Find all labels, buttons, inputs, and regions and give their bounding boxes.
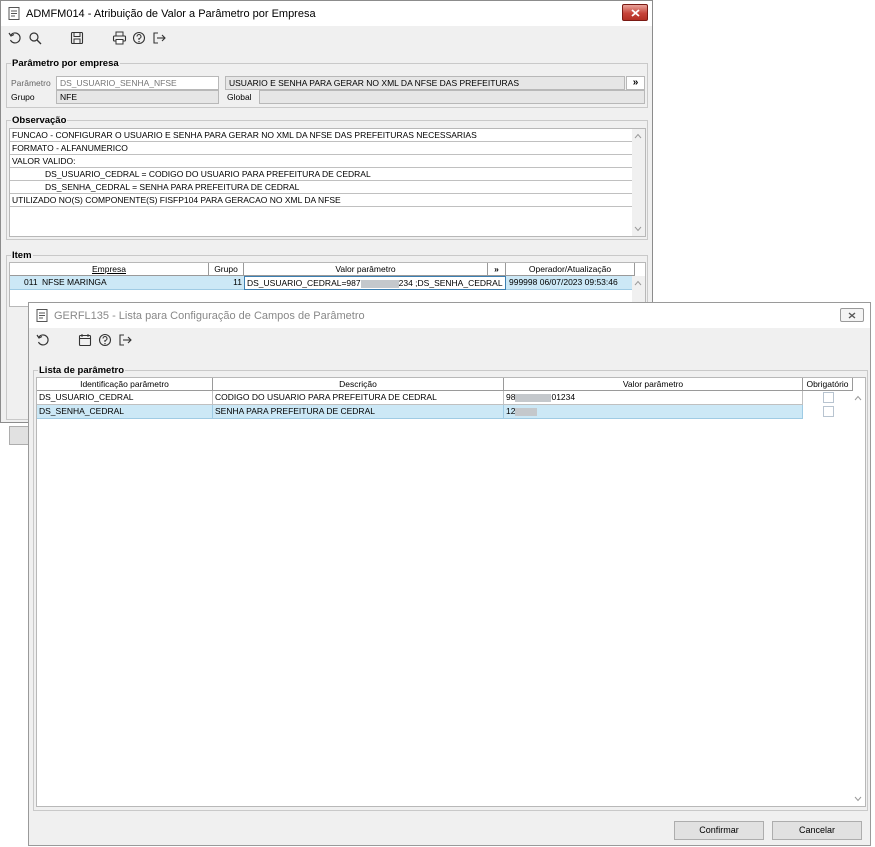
main-titlebar: ADMFM014 - Atribuição de Valor a Parâmet… xyxy=(1,1,652,26)
dialog-titlebar: GERFL135 - Lista para Configuração de Ca… xyxy=(29,303,870,328)
column-header-descricao[interactable]: Descrição xyxy=(213,378,504,391)
operador-cell: 999998 06/07/2023 09:53:46 xyxy=(509,277,618,287)
chevron-down-icon[interactable] xyxy=(634,225,642,233)
table-row[interactable]: 011 NFSE MARINGA 11 DS_USUARIO_CEDRAL=98… xyxy=(10,276,634,290)
column-header-obrigatorio[interactable]: Obrigatório xyxy=(803,378,853,391)
main-window-title: ADMFM014 - Atribuição de Valor a Parâmet… xyxy=(26,7,316,20)
redacted-value xyxy=(360,279,399,288)
column-header-identificacao[interactable]: Identificação parâmetro xyxy=(37,378,213,391)
print-icon[interactable] xyxy=(111,30,127,46)
table-row[interactable]: DS_USUARIO_CEDRAL CODIGO DO USUARIO PARA… xyxy=(37,391,803,405)
column-header-valor[interactable]: Valor parâmetro xyxy=(504,378,803,391)
item-group-legend: Item xyxy=(12,250,32,261)
confirm-button[interactable]: Confirmar xyxy=(674,821,764,840)
main-toolbar xyxy=(1,29,652,47)
valor-cell[interactable]: DS_USUARIO_CEDRAL=987 234 ;DS_SENHA_CEDRA… xyxy=(244,276,506,290)
main-bottom-button-edge[interactable] xyxy=(9,426,29,445)
redacted-value xyxy=(515,393,552,402)
save-icon[interactable] xyxy=(69,30,85,46)
grupo-field: NFE xyxy=(56,90,219,104)
calendar-icon[interactable] xyxy=(77,332,93,348)
observacao-line: VALOR VALIDO: xyxy=(10,155,634,168)
app-document-icon xyxy=(35,309,48,322)
main-close-button[interactable] xyxy=(622,4,648,21)
app-document-icon xyxy=(7,7,20,20)
identificacao-cell: DS_SENHA_CEDRAL xyxy=(37,405,213,418)
observacao-group-legend: Observação xyxy=(12,115,67,126)
exit-icon[interactable] xyxy=(151,30,167,46)
empresa-code-cell: 011 xyxy=(24,277,38,287)
valor-prefix: 12 xyxy=(506,406,516,416)
valor-suffix: 01234 xyxy=(551,392,576,402)
exit-icon[interactable] xyxy=(117,332,133,348)
valor-prefix: DS_USUARIO_CEDRAL=987 xyxy=(247,278,361,288)
refresh-icon[interactable] xyxy=(7,30,23,46)
parametro-group-legend: Parâmetro por empresa xyxy=(12,58,119,69)
parametro-description: USUARIO E SENHA PARA GERAR NO XML DA NFS… xyxy=(225,76,625,90)
obrigatorio-checkbox[interactable] xyxy=(823,406,834,417)
global-label: Global xyxy=(227,92,252,102)
cancel-button[interactable]: Cancelar xyxy=(772,821,862,840)
valor-cell[interactable]: 12 xyxy=(504,405,803,418)
parametro-grid: Identificação parâmetro Descrição Valor … xyxy=(36,377,866,807)
column-header-expand[interactable]: » xyxy=(488,263,506,276)
observacao-scrollbar[interactable] xyxy=(632,129,645,236)
table-row[interactable]: DS_SENHA_CEDRAL SENHA PARA PREFEITURA DE… xyxy=(37,405,803,419)
help-icon[interactable] xyxy=(131,30,147,46)
dialog-toolbar xyxy=(29,331,870,349)
parametro-expand-button[interactable]: » xyxy=(626,76,645,90)
help-icon[interactable] xyxy=(97,332,113,348)
chevron-up-icon[interactable] xyxy=(854,394,862,402)
column-header-empresa[interactable]: Empresa xyxy=(10,263,209,276)
valor-cell[interactable]: 98 01234 xyxy=(504,391,803,404)
refresh-icon[interactable] xyxy=(35,332,51,348)
empresa-name-cell: NFSE MARINGA xyxy=(42,277,107,287)
observacao-line: DS_USUARIO_CEDRAL = CODIGO DO USUARIO PA… xyxy=(10,168,634,181)
close-icon xyxy=(848,312,856,318)
global-field xyxy=(259,90,645,104)
valor-prefix: 98 xyxy=(506,392,516,402)
parametro-input[interactable]: DS_USUARIO_SENHA_NFSE xyxy=(56,76,219,90)
descricao-cell: CODIGO DO USUARIO PARA PREFEITURA DE CED… xyxy=(213,391,504,404)
dialog-window: GERFL135 - Lista para Configuração de Ca… xyxy=(28,302,871,846)
close-icon xyxy=(630,8,640,17)
chevron-down-icon[interactable] xyxy=(854,795,862,803)
grupo-label: Grupo xyxy=(11,92,35,102)
column-header-operador[interactable]: Operador/Atualização xyxy=(506,263,635,276)
column-header-valor[interactable]: Valor parâmetro xyxy=(244,263,488,276)
descricao-cell: SENHA PARA PREFEITURA DE CEDRAL xyxy=(213,405,504,418)
observacao-line: UTILIZADO NO(S) COMPONENTE(S) FISFP104 P… xyxy=(10,194,634,207)
dialog-close-button[interactable] xyxy=(840,308,864,322)
parametro-label: Parâmetro xyxy=(11,78,51,88)
column-header-grupo[interactable]: Grupo xyxy=(209,263,244,276)
chevron-up-icon[interactable] xyxy=(634,279,642,287)
obrigatorio-checkbox[interactable] xyxy=(823,392,834,403)
parametro-scrollbar[interactable] xyxy=(852,391,865,806)
lista-parametro-legend: Lista de parâmetro xyxy=(39,365,124,376)
search-icon[interactable] xyxy=(27,30,43,46)
identificacao-cell: DS_USUARIO_CEDRAL xyxy=(37,391,213,404)
observacao-line: DS_SENHA_CEDRAL = SENHA PARA PREFEITURA … xyxy=(10,181,634,194)
chevron-up-icon[interactable] xyxy=(634,132,642,140)
item-grid: Empresa Grupo Valor parâmetro » Operador… xyxy=(9,262,646,307)
observacao-line: FORMATO - ALFANUMERICO xyxy=(10,142,634,155)
dialog-title: GERFL135 - Lista para Configuração de Ca… xyxy=(54,309,365,322)
observacao-text-area: FUNCAO - CONFIGURAR O USUARIO E SENHA PA… xyxy=(9,128,646,237)
observacao-line: FUNCAO - CONFIGURAR O USUARIO E SENHA PA… xyxy=(10,129,634,142)
redacted-value xyxy=(515,407,538,416)
grupo-cell: 11 xyxy=(233,277,242,287)
valor-suffix: 234 ;DS_SENHA_CEDRAL xyxy=(398,278,503,288)
